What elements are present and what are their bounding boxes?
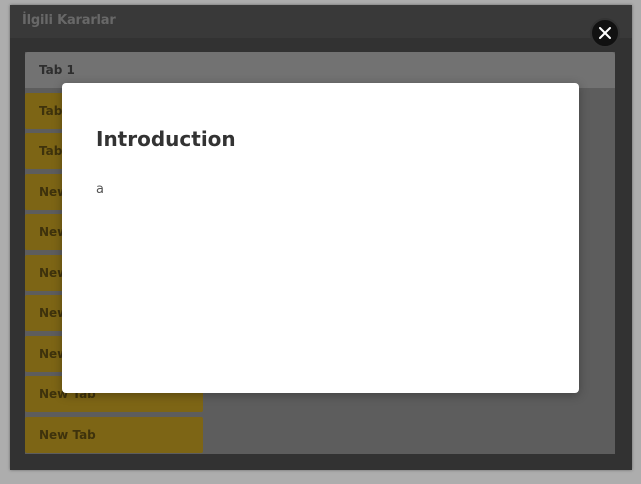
modal-body-text: a	[96, 182, 104, 197]
close-button[interactable]	[590, 18, 620, 48]
modal-title: Introduction	[96, 127, 236, 151]
introduction-modal: Introduction a	[62, 83, 579, 393]
close-icon	[599, 27, 611, 39]
